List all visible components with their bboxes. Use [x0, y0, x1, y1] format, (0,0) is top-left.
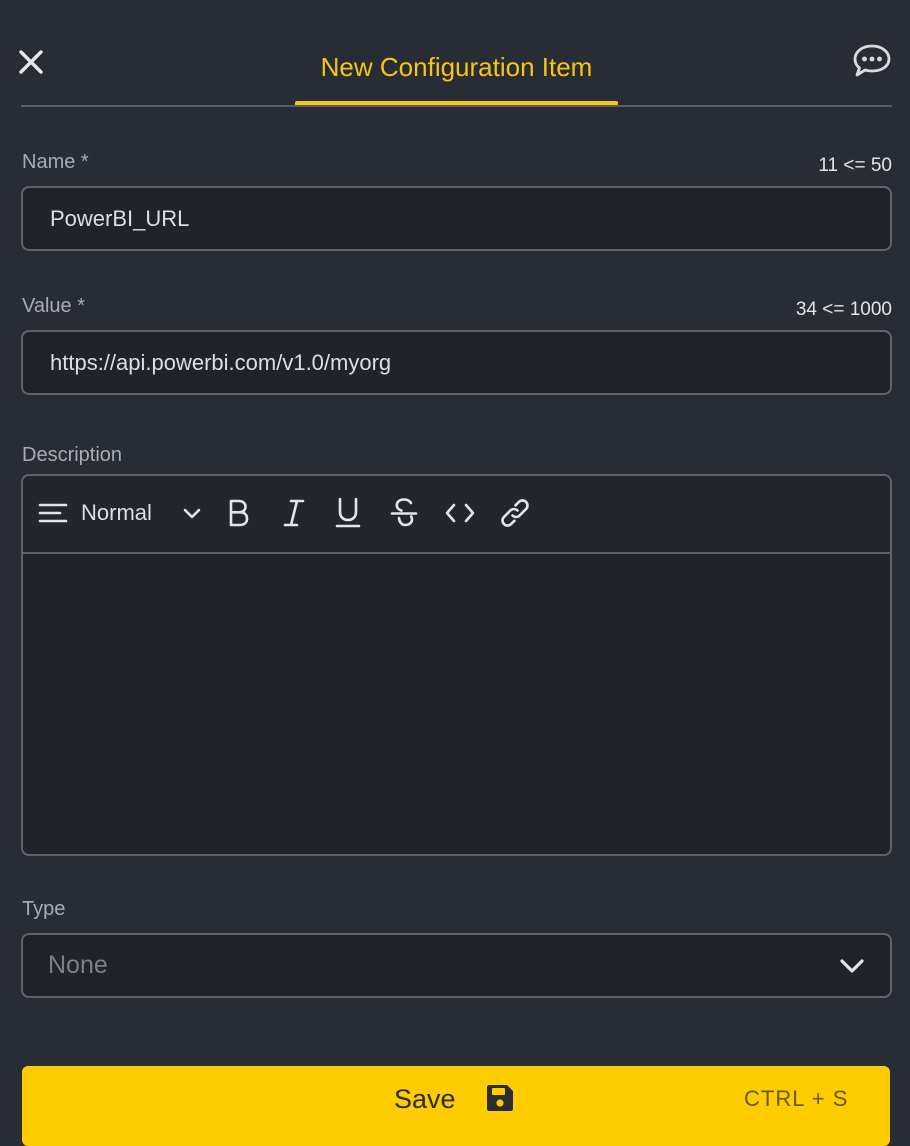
name-input[interactable]: PowerBI_URL	[21, 186, 892, 251]
save-shortcut-hint: CTRL + S	[744, 1086, 849, 1111]
value-input-value: https://api.powerbi.com/v1.0/myorg	[50, 349, 392, 375]
chat-bubble-icon	[853, 44, 891, 77]
chevron-down-icon	[183, 508, 201, 519]
save-icon	[487, 1085, 513, 1111]
bold-button[interactable]	[223, 494, 253, 532]
italic-icon	[283, 499, 305, 527]
underline-icon	[335, 497, 361, 528]
bold-icon	[229, 499, 249, 527]
italic-button[interactable]	[279, 494, 309, 532]
name-input-value: PowerBI_URL	[50, 205, 190, 231]
align-icon	[38, 503, 68, 523]
chat-button[interactable]	[850, 42, 894, 80]
name-label: Name *	[22, 151, 89, 173]
close-icon	[19, 50, 43, 74]
editor-toolbar: Normal	[23, 476, 890, 554]
link-icon	[501, 499, 529, 527]
type-label: Type	[22, 898, 66, 920]
save-button-label: Save	[394, 1084, 456, 1114]
type-select-value: None	[48, 951, 108, 979]
underline-button[interactable]	[333, 494, 363, 532]
value-input[interactable]: https://api.powerbi.com/v1.0/myorg	[21, 330, 892, 395]
header-divider	[21, 105, 892, 107]
dialog-header: New Configuration Item	[0, 0, 910, 108]
strikethrough-button[interactable]	[389, 494, 419, 532]
align-button[interactable]	[37, 494, 69, 532]
name-char-counter: 11 <= 50	[818, 155, 892, 176]
description-label: Description	[22, 444, 123, 466]
code-icon	[445, 503, 475, 523]
link-button[interactable]	[497, 494, 533, 532]
value-label: Value *	[22, 295, 86, 317]
save-button[interactable]: Save CTRL + S	[22, 1066, 890, 1146]
close-button[interactable]	[16, 46, 46, 78]
chevron-down-icon	[840, 959, 864, 973]
description-editor: Normal	[21, 474, 892, 856]
tab-new-configuration-item[interactable]: New Configuration Item	[295, 44, 618, 106]
description-editor-body[interactable]	[23, 554, 890, 854]
text-format-select[interactable]: Normal	[81, 494, 205, 532]
tab-label: New Configuration Item	[320, 52, 593, 82]
value-char-counter: 34 <= 1000	[795, 299, 892, 320]
code-button[interactable]	[443, 494, 477, 532]
type-select[interactable]: None	[21, 933, 892, 998]
text-format-value: Normal	[81, 500, 152, 525]
strikethrough-icon	[390, 498, 418, 527]
